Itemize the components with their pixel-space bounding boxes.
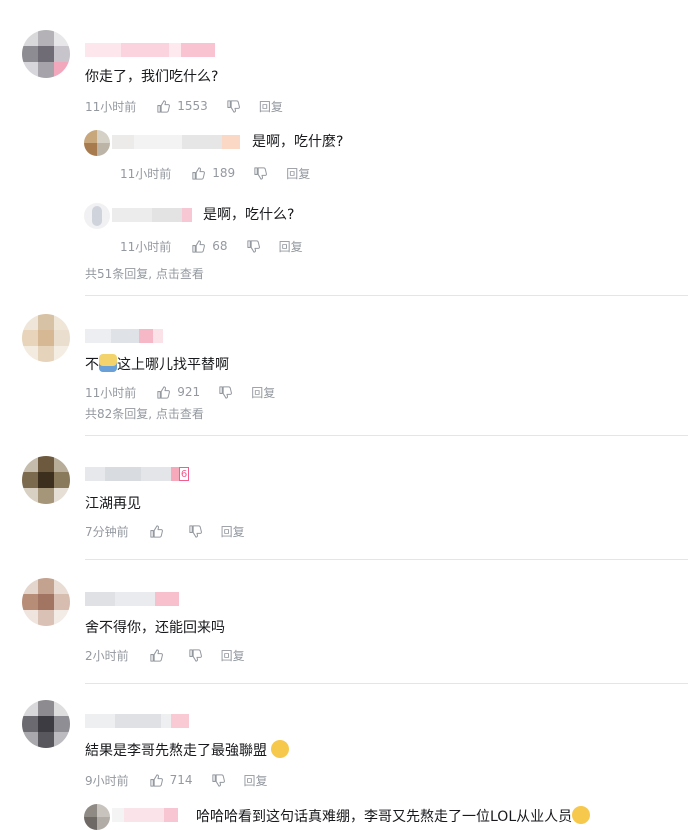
username[interactable]: 6: [85, 467, 189, 481]
like-count: 921: [177, 385, 201, 399]
reply-button[interactable]: 回复: [286, 165, 310, 182]
like-count: 1553: [177, 99, 208, 113]
like-count: 189: [212, 166, 236, 180]
timestamp: 9小时前: [85, 773, 129, 788]
thumb-down-icon: [254, 166, 268, 180]
dislike-button[interactable]: [188, 648, 203, 663]
dislike-button[interactable]: [246, 239, 261, 254]
timestamp: 11小时前: [120, 166, 172, 181]
laughing-emoji-icon: [572, 806, 591, 824]
thumb-up-icon: [150, 648, 163, 662]
comment-text: 你走了，我们吃什么?: [85, 69, 219, 85]
person-emoji-icon: [99, 354, 117, 372]
thumb-up-icon: [192, 239, 206, 253]
comment-text-body: 結果是李哥先熬走了最強聯盟: [85, 743, 267, 759]
comment-meta: 9小时前 714 回复: [85, 771, 268, 789]
timestamp: 7分钟前: [85, 524, 129, 539]
divider: [85, 435, 688, 436]
reply-username[interactable]: [112, 208, 192, 222]
like-button[interactable]: 68: [191, 239, 228, 254]
like-button[interactable]: 189: [191, 166, 235, 181]
timestamp: 2小时前: [85, 648, 129, 663]
thumb-up-icon: [150, 773, 163, 787]
avatar[interactable]: [22, 456, 70, 504]
thumb-down-icon: [219, 385, 233, 399]
avatar[interactable]: [22, 314, 70, 362]
reply-avatar[interactable]: [84, 130, 110, 156]
dislike-button[interactable]: [218, 385, 233, 400]
thumb-up-icon: [192, 166, 206, 180]
thumb-down-icon: [246, 239, 260, 253]
timestamp: 11小时前: [120, 239, 172, 254]
comment-text: 結果是李哥先熬走了最強聯盟: [85, 740, 290, 761]
username[interactable]: [85, 714, 189, 728]
reply-text-body: 哈哈哈看到这句话真难绷，李哥又先熬走了一位LOL从业人员: [196, 809, 573, 825]
thumb-up-icon: [150, 524, 163, 538]
like-button[interactable]: [149, 524, 170, 539]
reply-button[interactable]: 回复: [259, 98, 283, 115]
reply-username[interactable]: [112, 808, 178, 822]
comment-meta: 7分钟前 回复: [85, 522, 245, 540]
comment-text: 舍不得你，还能回来吗: [85, 620, 225, 636]
reply-button[interactable]: 回复: [221, 523, 245, 540]
reply-meta: 11小时前 189 回复: [120, 164, 310, 182]
comment-text: 不 这上哪儿找平替啊: [85, 354, 229, 375]
thumb-up-icon: [157, 385, 171, 399]
reply-meta: 11小时前 68 回复: [120, 237, 303, 255]
level-badge: 6: [179, 467, 189, 481]
dislike-button[interactable]: [226, 99, 241, 114]
view-more-replies[interactable]: 共82条回复, 点击查看: [85, 405, 204, 422]
reply-avatar[interactable]: [84, 804, 110, 830]
avatar[interactable]: [22, 700, 70, 748]
like-button[interactable]: 921: [156, 385, 200, 400]
dislike-button[interactable]: [211, 773, 226, 788]
reply-button[interactable]: 回复: [279, 238, 303, 255]
like-button[interactable]: [149, 648, 170, 663]
timestamp: 11小时前: [85, 385, 137, 400]
comment-text: 江湖再见: [85, 496, 141, 512]
thumb-down-icon: [189, 524, 202, 538]
thumb-down-icon: [227, 99, 240, 113]
username[interactable]: [85, 592, 179, 606]
divider: [85, 559, 688, 560]
reply-avatar[interactable]: [84, 203, 110, 229]
comment-meta: 11小时前 921 回复: [85, 383, 275, 401]
reply-text: 哈哈哈看到这句话真难绷，李哥又先熬走了一位LOL从业人员: [196, 806, 591, 827]
like-count: 68: [212, 239, 228, 253]
cat-emoji-icon: [271, 740, 290, 758]
avatar[interactable]: [22, 30, 70, 78]
reply-text: 是啊，吃什麼?: [252, 134, 344, 150]
reply-button[interactable]: 回复: [244, 772, 268, 789]
comment-text-end: 这上哪儿找平替啊: [117, 357, 229, 373]
thumb-up-icon: [157, 99, 171, 113]
like-count: 714: [169, 773, 193, 787]
dislike-button[interactable]: [253, 166, 268, 181]
divider: [85, 295, 688, 296]
username[interactable]: [85, 329, 163, 343]
reply-button[interactable]: 回复: [221, 647, 245, 664]
avatar[interactable]: [22, 578, 70, 626]
thumb-down-icon: [211, 773, 225, 787]
like-button[interactable]: 714: [149, 773, 193, 788]
reply-text: 是啊，吃什么?: [203, 207, 295, 223]
dislike-button[interactable]: [188, 524, 203, 539]
comment-text-start: 不: [85, 357, 99, 373]
comment-meta: 11小时前 1553 回复: [85, 97, 283, 115]
view-more-replies[interactable]: 共51条回复, 点击查看: [85, 265, 204, 282]
thumb-down-icon: [189, 648, 202, 662]
like-button[interactable]: 1553: [156, 99, 208, 114]
username[interactable]: [85, 43, 215, 57]
reply-username[interactable]: [112, 135, 240, 149]
comment-meta: 2小时前 回复: [85, 646, 245, 664]
reply-button[interactable]: 回复: [251, 384, 275, 401]
divider: [85, 683, 688, 684]
timestamp: 11小时前: [85, 99, 137, 114]
